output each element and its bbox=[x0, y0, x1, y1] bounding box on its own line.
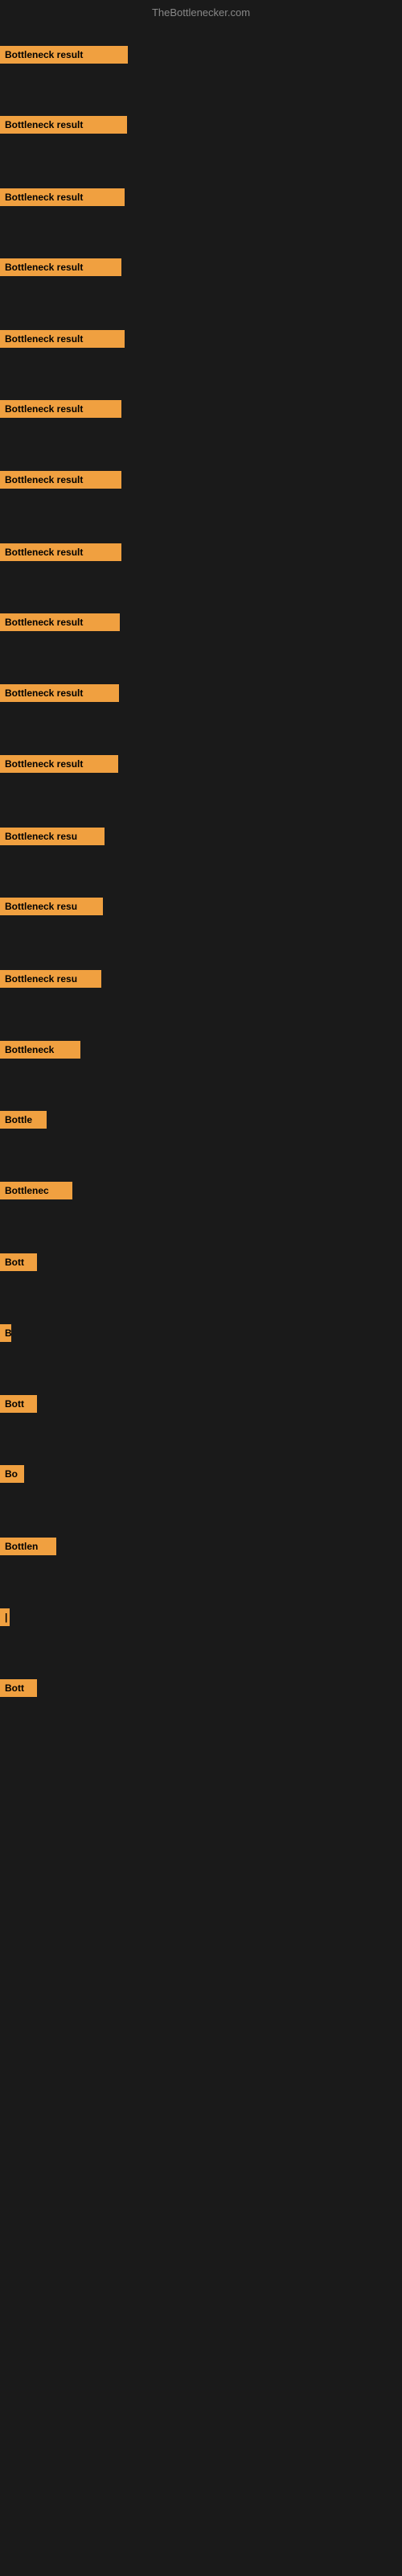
bottleneck-badge-11: Bottleneck result bbox=[0, 755, 118, 773]
bottleneck-badge-7: Bottleneck result bbox=[0, 471, 121, 489]
bottleneck-badge-23: | bbox=[0, 1608, 10, 1626]
bottleneck-badge-18: Bott bbox=[0, 1253, 37, 1271]
bottleneck-badge-5: Bottleneck result bbox=[0, 330, 125, 348]
bottleneck-badge-9: Bottleneck result bbox=[0, 613, 120, 631]
bottleneck-badge-1: Bottleneck result bbox=[0, 46, 128, 64]
bottleneck-badge-8: Bottleneck result bbox=[0, 543, 121, 561]
bottleneck-badge-10: Bottleneck result bbox=[0, 684, 119, 702]
site-title: TheBottlenecker.com bbox=[0, 6, 402, 19]
bottleneck-badge-20: Bott bbox=[0, 1395, 37, 1413]
bottleneck-badge-15: Bottleneck bbox=[0, 1041, 80, 1059]
bottleneck-badge-19: B bbox=[0, 1324, 11, 1342]
bottleneck-badge-6: Bottleneck result bbox=[0, 400, 121, 418]
bottleneck-badge-24: Bott bbox=[0, 1679, 37, 1697]
bottleneck-badge-13: Bottleneck resu bbox=[0, 898, 103, 915]
bottleneck-badge-16: Bottle bbox=[0, 1111, 47, 1129]
bottleneck-badge-3: Bottleneck result bbox=[0, 188, 125, 206]
bottleneck-badge-14: Bottleneck resu bbox=[0, 970, 101, 988]
bottleneck-badge-12: Bottleneck resu bbox=[0, 828, 105, 845]
bottleneck-badge-17: Bottlenec bbox=[0, 1182, 72, 1199]
bottleneck-badge-22: Bottlen bbox=[0, 1538, 56, 1555]
bottleneck-badge-2: Bottleneck result bbox=[0, 116, 127, 134]
bottleneck-badge-21: Bo bbox=[0, 1465, 24, 1483]
bottleneck-badge-4: Bottleneck result bbox=[0, 258, 121, 276]
